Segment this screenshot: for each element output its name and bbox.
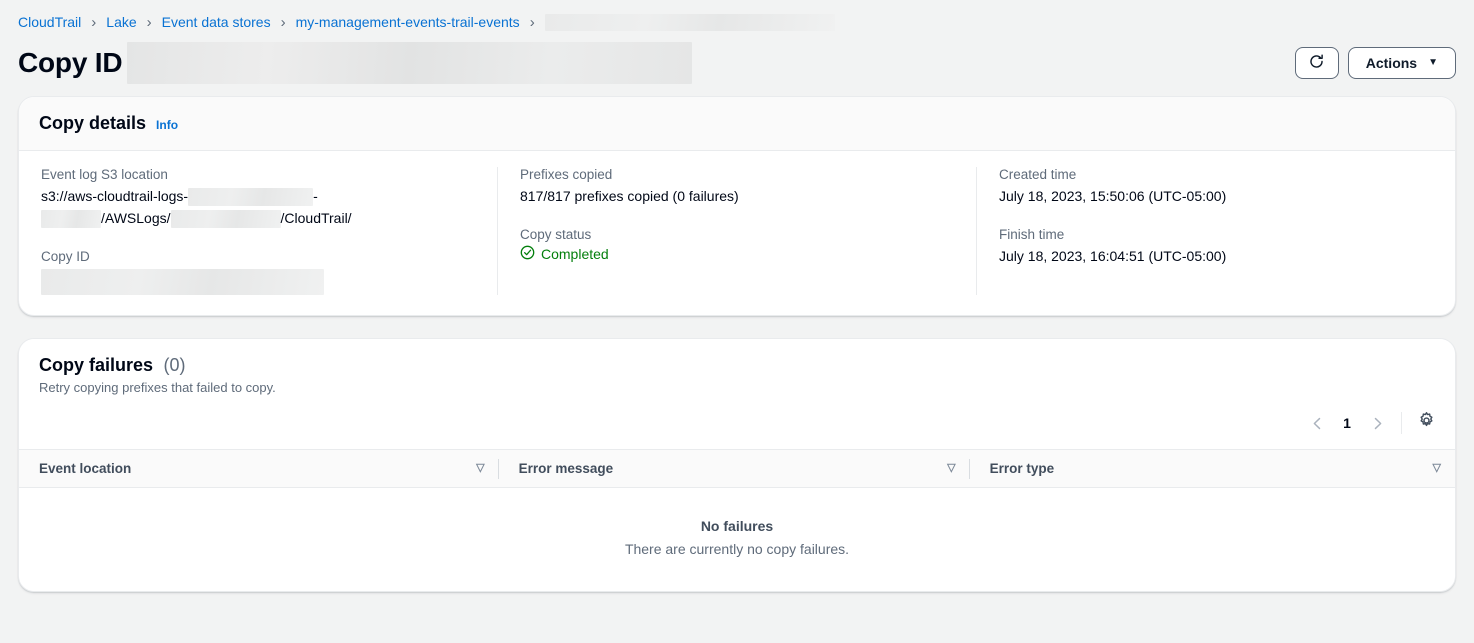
status-badge: Completed: [520, 245, 954, 263]
field-label: Created time: [999, 167, 1433, 182]
column-header-error-message[interactable]: Error message ▽: [499, 450, 970, 488]
column-header-label: Error type: [990, 461, 1425, 476]
field-value: s3://aws-cloudtrail-logs- - /AWSLogs/ /Clo…: [41, 185, 475, 229]
header-actions: Actions ▼: [1295, 47, 1456, 79]
breadcrumb-separator: ›: [530, 15, 535, 30]
sort-icon[interactable]: ▽: [476, 463, 484, 474]
info-link[interactable]: Info: [156, 118, 178, 132]
column-header-event-location[interactable]: Event location ▽: [19, 450, 499, 488]
refresh-icon: [1308, 53, 1325, 73]
refresh-button[interactable]: [1295, 47, 1339, 79]
breadcrumb-separator: ›: [281, 15, 286, 30]
copy-failures-description: Retry copying prefixes that failed to co…: [39, 380, 1435, 395]
breadcrumb-item-event-data-stores[interactable]: Event data stores: [162, 14, 271, 30]
table-settings-button[interactable]: [1411, 408, 1441, 438]
s3-dash-text: -: [313, 188, 318, 204]
s3-redacted-segment-2: [41, 210, 101, 228]
field-label: Finish time: [999, 227, 1433, 242]
pagination-next-button[interactable]: [1362, 408, 1392, 438]
pagination: 1: [1302, 408, 1392, 438]
check-circle-icon: [520, 245, 541, 263]
breadcrumb-item-lake[interactable]: Lake: [106, 14, 136, 30]
toolbar-divider: [1401, 412, 1402, 434]
table-empty-row: No failures There are currently no copy …: [19, 488, 1455, 592]
copy-failures-table: Event location ▽ Error message ▽: [19, 449, 1455, 591]
breadcrumb: CloudTrail › Lake › Event data stores › …: [0, 0, 1474, 32]
s3-redacted-segment-3: [171, 210, 281, 228]
page-title: Copy ID: [18, 47, 122, 79]
table-header-row: Event location ▽ Error message ▽: [19, 450, 1455, 488]
field-label: Copy status: [520, 227, 954, 242]
details-column-1: Event log S3 location s3://aws-cloudtrai…: [19, 167, 497, 295]
page-header: Copy ID Actions ▼: [0, 32, 1474, 88]
column-header-label: Event location: [39, 461, 468, 476]
s3-redacted-segment-1: [188, 188, 313, 206]
s3-awslogs-text: /AWSLogs/: [101, 210, 171, 226]
pagination-previous-button[interactable]: [1302, 408, 1332, 438]
copy-details-title: Copy details: [39, 113, 146, 134]
actions-button[interactable]: Actions ▼: [1348, 47, 1456, 79]
field-finish-time: Finish time July 18, 2023, 16:04:51 (UTC…: [999, 227, 1433, 267]
field-label: Event log S3 location: [41, 167, 475, 182]
breadcrumb-separator: ›: [91, 15, 96, 30]
field-prefixes-copied: Prefixes copied 817/817 prefixes copied …: [520, 167, 954, 207]
sort-icon[interactable]: ▽: [947, 463, 955, 474]
table-head: Event location ▽ Error message ▽: [19, 450, 1455, 488]
empty-state-title: No failures: [19, 518, 1455, 534]
details-column-3: Created time July 18, 2023, 15:50:06 (UT…: [976, 167, 1455, 295]
chevron-down-icon: ▼: [1428, 58, 1438, 68]
details-column-2: Prefixes copied 817/817 prefixes copied …: [497, 167, 976, 295]
table-toolbar: 1: [19, 401, 1455, 449]
field-value: July 18, 2023, 15:50:06 (UTC-05:00): [999, 185, 1433, 207]
sort-icon[interactable]: ▽: [1433, 463, 1441, 474]
table-body: No failures There are currently no copy …: [19, 488, 1455, 592]
empty-state: No failures There are currently no copy …: [19, 488, 1455, 592]
page-root: CloudTrail › Lake › Event data stores › …: [0, 0, 1474, 643]
field-label: Prefixes copied: [520, 167, 954, 182]
copy-failures-count: (0): [163, 355, 185, 375]
copy-details-header: Copy details Info: [19, 97, 1455, 151]
breadcrumb-item-event-data-store-name[interactable]: my-management-events-trail-events: [296, 14, 520, 30]
field-event-log-s3-location: Event log S3 location s3://aws-cloudtrai…: [41, 167, 475, 229]
column-header-error-type[interactable]: Error type ▽: [970, 450, 1455, 488]
breadcrumb-separator: ›: [147, 15, 152, 30]
actions-button-label: Actions: [1366, 55, 1417, 71]
field-value: July 18, 2023, 16:04:51 (UTC-05:00): [999, 245, 1433, 267]
breadcrumb-item-redacted: [545, 14, 835, 31]
field-value: 817/817 prefixes copied (0 failures): [520, 185, 954, 207]
status-label: Completed: [541, 246, 609, 262]
field-copy-id: Copy ID: [41, 249, 475, 295]
copy-failures-card: Copy failures (0) Retry copying prefixes…: [18, 338, 1456, 592]
breadcrumb-item-cloudtrail[interactable]: CloudTrail: [18, 14, 81, 30]
field-created-time: Created time July 18, 2023, 15:50:06 (UT…: [999, 167, 1433, 207]
s3-cloudtrail-text: /CloudTrail/: [281, 210, 352, 226]
gear-icon: [1417, 411, 1436, 435]
pagination-page-1[interactable]: 1: [1334, 408, 1360, 438]
copy-id-value-redacted: [41, 269, 324, 295]
field-label: Copy ID: [41, 249, 475, 264]
s3-prefix-text: s3://aws-cloudtrail-logs-: [41, 188, 188, 204]
copy-details-body: Event log S3 location s3://aws-cloudtrai…: [19, 151, 1455, 315]
column-header-label: Error message: [519, 461, 940, 476]
copy-details-card: Copy details Info Event log S3 location …: [18, 96, 1456, 316]
field-copy-status: Copy status Completed: [520, 227, 954, 263]
copy-failures-title: Copy failures: [39, 355, 153, 375]
copy-failures-header: Copy failures (0) Retry copying prefixes…: [19, 339, 1455, 401]
page-title-value-redacted: [127, 42, 692, 84]
empty-state-subtitle: There are currently no copy failures.: [19, 541, 1455, 557]
